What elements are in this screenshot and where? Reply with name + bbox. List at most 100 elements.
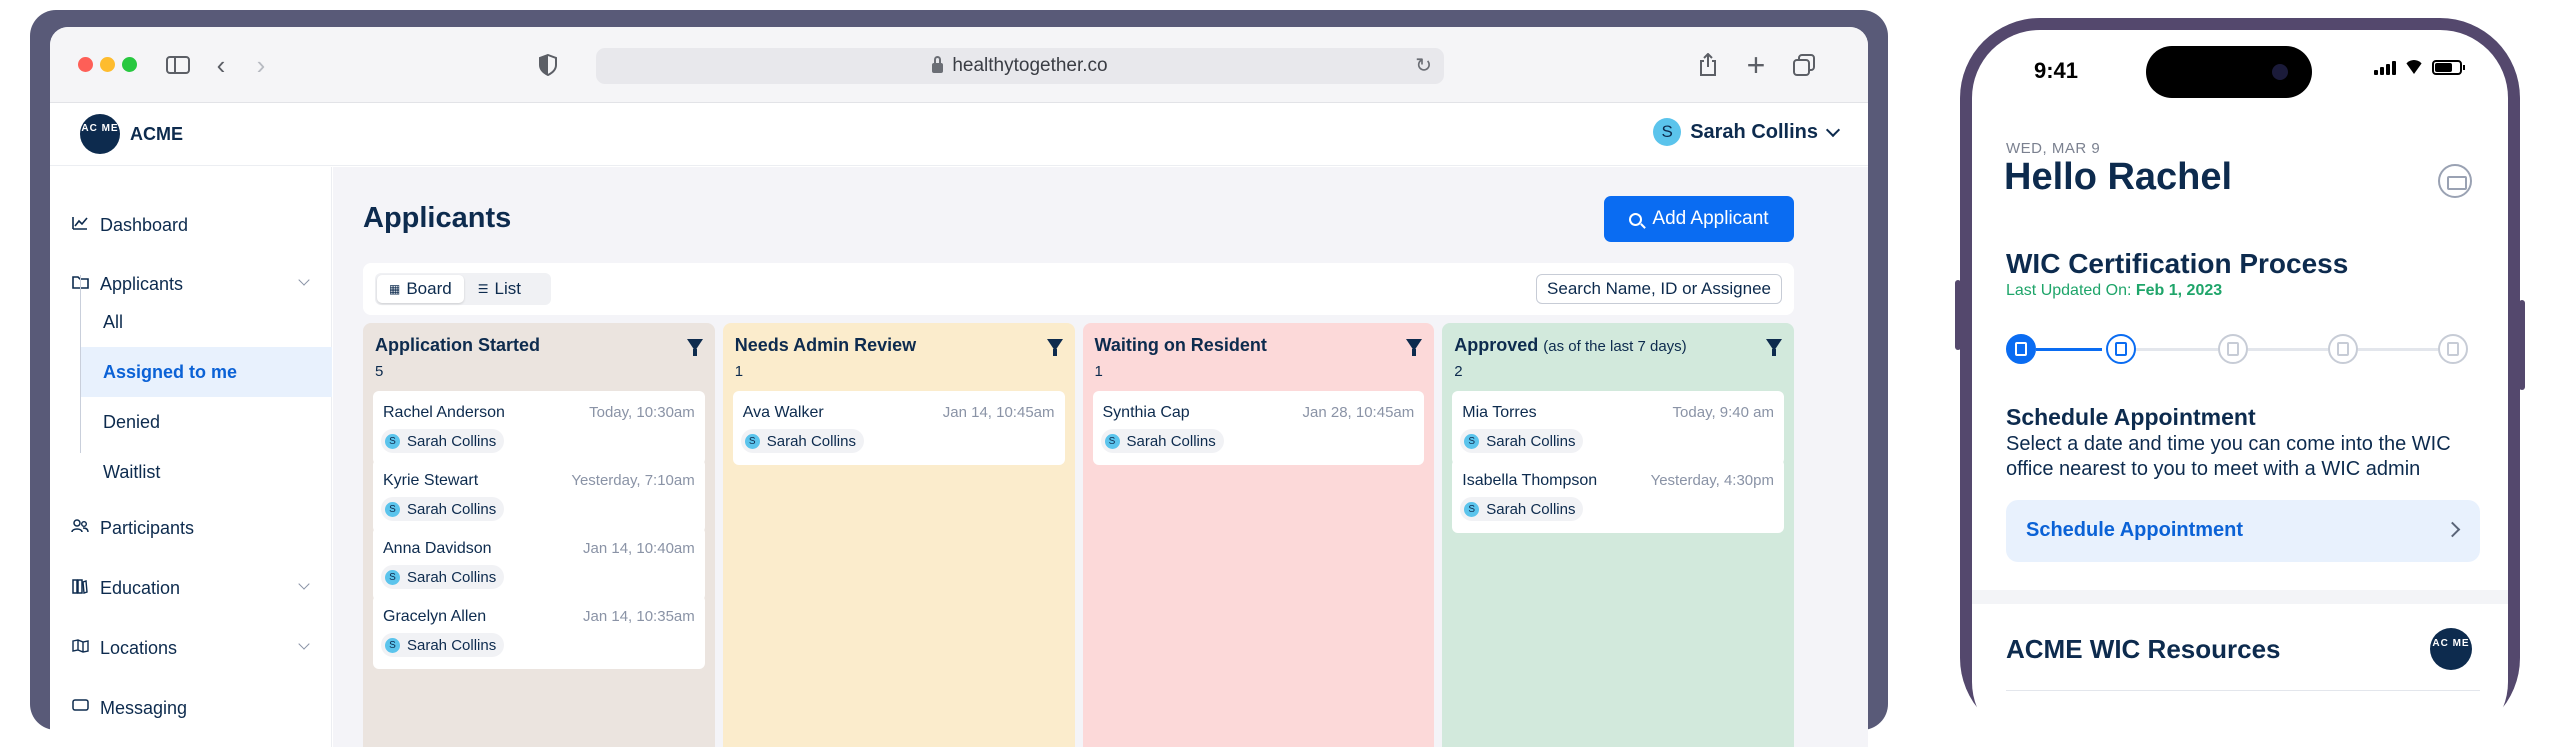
search-input[interactable]: Search Name, ID or Assignee bbox=[1536, 274, 1782, 304]
applicant-card[interactable]: Anna Davidson Jan 14, 10:40am S Sarah Colli… bbox=[373, 527, 705, 601]
sidebar-item-label: Messaging bbox=[100, 697, 188, 718]
step-calendar-icon bbox=[2106, 334, 2136, 364]
progress-line bbox=[2248, 348, 2328, 351]
books-icon bbox=[70, 578, 90, 598]
applicant-name: Isabella Thompson bbox=[1462, 472, 1598, 489]
step-title: Schedule Appointment bbox=[2006, 404, 2256, 430]
check-icon bbox=[2447, 342, 2459, 356]
applicant-card[interactable]: Ava Walker Jan 14, 10:45am S Sarah Collins bbox=[732, 391, 1065, 465]
assignee-name: Sarah Collins bbox=[407, 568, 497, 586]
filter-icon[interactable] bbox=[1406, 339, 1423, 356]
schedule-appointment-button[interactable]: Schedule Appointment bbox=[2006, 500, 2480, 562]
new-tab-icon[interactable]: + bbox=[1738, 47, 1774, 83]
avatar: S bbox=[744, 433, 760, 449]
assignee-chip[interactable]: S Sarah Collins bbox=[1460, 429, 1584, 453]
sidebar-subitem-denied[interactable]: Denied bbox=[81, 397, 332, 447]
status-icons bbox=[2374, 60, 2465, 75]
sidebar-toggle-icon[interactable] bbox=[160, 47, 196, 83]
assignee-chip[interactable]: S Sarah Collins bbox=[1460, 497, 1584, 521]
assignee-name: Sarah Collins bbox=[1486, 432, 1576, 450]
sidebar-item-label: Participants bbox=[100, 517, 195, 538]
assignee-name: Sarah Collins bbox=[407, 636, 497, 654]
step-document-icon bbox=[2006, 334, 2036, 364]
sidebar-item-messaging[interactable]: Messaging bbox=[70, 688, 320, 728]
browser-window: ‹ › healthytogether.co ↻ + AC ME ACME S bbox=[50, 27, 1868, 747]
column-title: Approved (as of the last 7 days) bbox=[1454, 335, 1686, 356]
acme-logo[interactable]: AC ME bbox=[80, 114, 120, 154]
tab-overview-icon[interactable] bbox=[1786, 47, 1822, 83]
close-window-button[interactable] bbox=[78, 57, 93, 72]
share-icon[interactable] bbox=[1690, 47, 1726, 83]
sidebar-subitem-all[interactable]: All bbox=[81, 297, 332, 347]
assignee-chip[interactable]: S Sarah Collins bbox=[1100, 429, 1224, 453]
chart-icon bbox=[70, 216, 90, 234]
signal-icon bbox=[2374, 70, 2378, 75]
filter-icon[interactable] bbox=[1766, 339, 1782, 356]
applicant-card[interactable]: Isabella Thompson Yesterday, 4:30pm S Sarah… bbox=[1452, 459, 1784, 533]
reload-icon[interactable]: ↻ bbox=[1415, 53, 1432, 78]
last-updated: Last Updated On: Feb 1, 2023 bbox=[2006, 282, 2222, 300]
address-bar[interactable]: healthytogether.co ↻ bbox=[596, 48, 1444, 84]
grid-icon: ▦ bbox=[389, 282, 401, 296]
board-toolbar: ▦ Board ☰ List Search Name, ID or Assign… bbox=[363, 263, 1794, 315]
avatar: S bbox=[1104, 433, 1120, 449]
date-label: WED, MAR 9 bbox=[2006, 140, 2101, 157]
column-title: Application Started bbox=[375, 335, 540, 356]
sidebar-item-locations[interactable]: Locations bbox=[70, 628, 320, 668]
forward-icon[interactable]: › bbox=[246, 47, 276, 83]
applicant-name: Synthia Cap bbox=[1102, 404, 1190, 421]
assignee-name: Sarah Collins bbox=[1126, 432, 1216, 450]
applicant-card[interactable]: Synthia Cap Jan 28, 10:45am S Sarah Collins bbox=[1092, 391, 1425, 465]
add-applicant-button[interactable]: Add Applicant bbox=[1604, 196, 1794, 242]
sidebar-subitem-label: Denied bbox=[103, 411, 161, 432]
phone-screen: 9:41 WED, MAR 9 Hello Rachel WIC Certifi… bbox=[1972, 30, 2508, 750]
filter-icon[interactable] bbox=[1046, 339, 1063, 356]
assignee-chip[interactable]: S Sarah Collins bbox=[381, 565, 505, 589]
assignee-chip[interactable]: S Sarah Collins bbox=[381, 429, 505, 453]
assignee-chip[interactable]: S Sarah Collins bbox=[381, 497, 505, 521]
applicant-card[interactable]: Gracelyn Allen Jan 14, 10:35am S Sarah Coll… bbox=[373, 595, 705, 669]
wic-card-icon[interactable] bbox=[2438, 164, 2472, 198]
laptop-frame: ‹ › healthytogether.co ↻ + AC ME ACME S bbox=[30, 10, 1888, 747]
applicant-name: Rachel Anderson bbox=[383, 404, 505, 421]
wifi-icon bbox=[2404, 60, 2424, 74]
phone-frame: 9:41 WED, MAR 9 Hello Rachel WIC Certifi… bbox=[1960, 18, 2520, 750]
applicant-card[interactable]: Mia Torres Today, 9:40 am S Sarah Collins bbox=[1452, 391, 1784, 465]
assignee-chip[interactable]: S Sarah Collins bbox=[381, 633, 505, 657]
greeting: Hello Rachel bbox=[2004, 156, 2233, 198]
sidebar-subitem-waitlist[interactable]: Waitlist bbox=[81, 447, 332, 497]
minimize-window-button[interactable] bbox=[100, 57, 115, 72]
browser-toolbar: ‹ › healthytogether.co ↻ + bbox=[50, 27, 1868, 103]
applicant-timestamp: Yesterday, 7:10am bbox=[571, 472, 695, 489]
privacy-shield-icon[interactable] bbox=[530, 47, 566, 83]
avatar: S bbox=[385, 501, 400, 517]
chevron-down-icon[interactable] bbox=[298, 638, 310, 650]
sidebar-item-dashboard[interactable]: Dashboard bbox=[70, 205, 320, 245]
chevron-down-icon[interactable] bbox=[298, 274, 310, 286]
user-menu[interactable]: S Sarah Collins bbox=[1653, 118, 1841, 146]
chevron-down-icon[interactable] bbox=[298, 578, 310, 590]
step-list-icon bbox=[2218, 334, 2248, 364]
assignee-chip[interactable]: S Sarah Collins bbox=[740, 429, 864, 453]
avatar: S bbox=[1653, 118, 1682, 146]
back-icon[interactable]: ‹ bbox=[206, 47, 236, 83]
list-icon bbox=[2227, 342, 2239, 356]
column-title-text: Needs Admin Review bbox=[734, 335, 917, 355]
sidebar-item-participants[interactable]: Participants bbox=[70, 508, 320, 548]
list-view-button[interactable]: ☰ List bbox=[466, 275, 533, 303]
applicant-name: Anna Davidson bbox=[383, 540, 492, 557]
applicant-name: Mia Torres bbox=[1462, 404, 1537, 421]
lock-icon bbox=[932, 56, 944, 73]
maximize-window-button[interactable] bbox=[122, 57, 137, 72]
chevron-down-icon bbox=[1825, 122, 1841, 137]
sidebar-item-education[interactable]: Education bbox=[70, 568, 320, 608]
signal-icon bbox=[2380, 67, 2384, 75]
board-view-button[interactable]: ▦ Board bbox=[377, 275, 464, 303]
document-icon bbox=[2015, 342, 2027, 356]
applicant-card[interactable]: Rachel Anderson Today, 10:30am S Sarah Coll… bbox=[373, 391, 705, 465]
people-icon bbox=[2337, 342, 2349, 356]
filter-icon[interactable] bbox=[686, 339, 703, 356]
search-icon bbox=[1629, 212, 1643, 226]
applicant-card[interactable]: Kyrie Stewart Yesterday, 7:10am S Sarah Col… bbox=[373, 459, 705, 533]
sidebar-subitem-assigned[interactable]: Assigned to me bbox=[81, 347, 332, 397]
